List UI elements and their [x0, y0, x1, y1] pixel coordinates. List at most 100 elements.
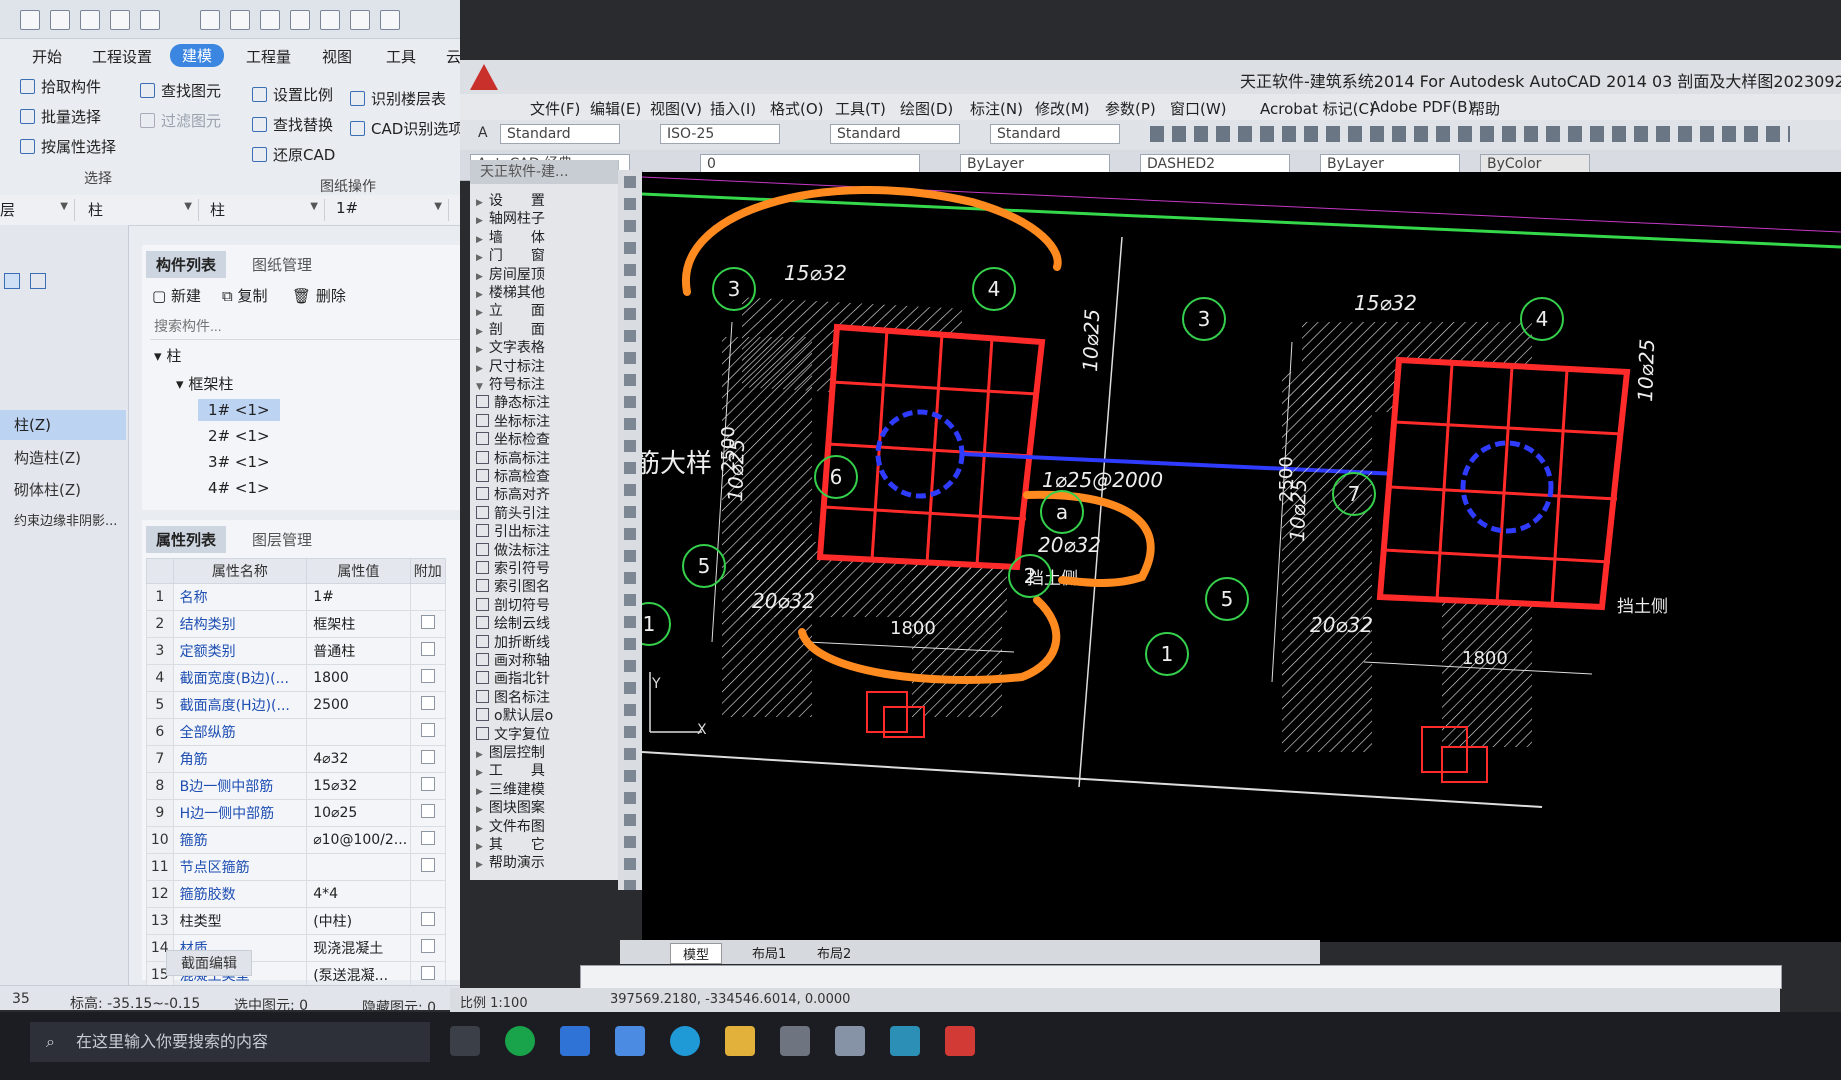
copy-icon[interactable]: [380, 10, 400, 30]
pen-icon[interactable]: [320, 10, 340, 30]
task-view-icon[interactable]: [450, 1026, 480, 1056]
property-extra-checkbox[interactable]: [420, 858, 435, 872]
property-value[interactable]: 2500: [306, 691, 411, 719]
cad-menu-item[interactable]: 插入(I): [710, 98, 756, 119]
tab-model[interactable]: 模型: [670, 943, 723, 964]
type-item-column[interactable]: 柱(Z): [0, 410, 126, 440]
property-extra-checkbox[interactable]: [420, 777, 435, 791]
cad-menu-item[interactable]: 文件(F): [530, 98, 580, 119]
property-row[interactable]: 2 结构类别 框架柱: [146, 610, 447, 638]
tab-quantity[interactable]: 工程量: [246, 46, 291, 67]
tab-layout2[interactable]: 布局2: [805, 943, 863, 962]
upload-icon[interactable]: [20, 10, 40, 30]
palette-item[interactable]: ▶ 图块图案: [476, 797, 545, 817]
property-row[interactable]: 4 截面宽度(B边)(... 1800: [146, 664, 447, 692]
palette-item[interactable]: ▶ 楼梯其他: [476, 282, 545, 302]
text-style-combo[interactable]: Standard: [500, 124, 620, 144]
tree-root-column[interactable]: ▾ 柱: [154, 345, 181, 366]
palette-item[interactable]: 剖切符号: [476, 595, 550, 615]
property-row[interactable]: 6 全部纵筋: [146, 718, 447, 746]
palette-item[interactable]: 画指北针: [476, 668, 550, 688]
select-by-attr-button[interactable]: 按属性选择: [20, 136, 116, 157]
property-row[interactable]: 9 H边一侧中部筋 10⌀25: [146, 799, 447, 827]
palette-item[interactable]: ▶ 门 窗: [476, 245, 545, 265]
property-extra-checkbox[interactable]: [420, 615, 435, 629]
plotstyle-combo[interactable]: ByColor: [1480, 154, 1590, 174]
list-view-icon[interactable]: [4, 273, 20, 289]
dim-style-combo[interactable]: ISO-25: [660, 124, 780, 144]
tab-start[interactable]: 开始: [32, 46, 62, 67]
palette-item[interactable]: 标高标注: [476, 448, 550, 468]
palette-item[interactable]: ▶ 设 置: [476, 190, 545, 210]
autocad-logo-icon[interactable]: [470, 64, 498, 90]
palette-item[interactable]: ▶ 墙 体: [476, 227, 545, 247]
pick-component-button[interactable]: 拾取构件: [20, 76, 101, 97]
command-line-input[interactable]: [580, 965, 1782, 989]
palette-item[interactable]: ▶ 立 面: [476, 300, 545, 320]
palette-item[interactable]: ▶ 三维建模: [476, 779, 545, 799]
taskbar-search-box[interactable]: ⌕ 在这里输入你要搜索的内容: [30, 1022, 430, 1062]
palette-item[interactable]: ▶ 文件布图: [476, 816, 545, 836]
camera-icon[interactable]: [835, 1026, 865, 1056]
tab-view[interactable]: 视图: [322, 46, 352, 67]
cad-menu-item[interactable]: 格式(O): [770, 98, 824, 119]
chart-icon[interactable]: [290, 10, 310, 30]
undo-icon[interactable]: [140, 10, 160, 30]
identify-floor-table-button[interactable]: 识别楼层表: [350, 88, 446, 109]
palette-item[interactable]: 画对称轴: [476, 650, 550, 670]
property-value[interactable]: 现浇混凝土: [306, 934, 411, 962]
cad-menu-item[interactable]: Acrobat 标记(C): [1260, 98, 1375, 119]
cad-menu-item[interactable]: 修改(M): [1035, 98, 1090, 119]
table-icon[interactable]: [350, 10, 370, 30]
app-bolt-icon[interactable]: [780, 1026, 810, 1056]
edge-browser-icon[interactable]: [670, 1026, 700, 1056]
tab-component-list[interactable]: 构件列表: [146, 251, 227, 278]
tree-group-frame-column[interactable]: ▾ 框架柱: [176, 373, 233, 394]
property-value[interactable]: (中柱): [306, 907, 411, 935]
standard-toolbar-icons[interactable]: [1150, 126, 1790, 142]
palette-item[interactable]: 文字复位: [476, 724, 550, 744]
type-item-masonry-column[interactable]: 砌体柱(Z): [0, 475, 126, 505]
copy-component-button[interactable]: ⧉ 复制: [222, 285, 268, 306]
property-extra-checkbox[interactable]: [420, 912, 435, 926]
store-icon[interactable]: [615, 1026, 645, 1056]
cad-menu-item[interactable]: 标注(N): [970, 98, 1023, 119]
property-value[interactable]: [306, 853, 411, 881]
set-scale-button[interactable]: 设置比例: [252, 84, 333, 105]
cad-menu-item[interactable]: 编辑(E): [590, 98, 641, 119]
tab-project-settings[interactable]: 工程设置: [92, 46, 152, 67]
autocad-taskbar-icon[interactable]: [945, 1026, 975, 1056]
file-explorer-icon[interactable]: [725, 1026, 755, 1056]
palette-item[interactable]: ▶ 剖 面: [476, 319, 545, 339]
tree-item-3[interactable]: 3# <1>: [208, 453, 270, 471]
tree-item-2[interactable]: 2# <1>: [208, 427, 270, 445]
property-value[interactable]: 1#: [306, 583, 411, 611]
property-extra-checkbox[interactable]: [420, 669, 435, 683]
restore-cad-button[interactable]: 还原CAD: [252, 144, 335, 165]
color-combo[interactable]: ByLayer: [960, 154, 1110, 174]
property-value[interactable]: 10⌀25: [306, 799, 411, 827]
property-row[interactable]: 10 箍筋 ⌀10@100/2...: [146, 826, 447, 854]
palette-item[interactable]: 坐标标注: [476, 411, 550, 431]
table-style-combo[interactable]: Standard: [830, 124, 960, 144]
type-combo[interactable]: 柱 ▼: [88, 199, 199, 221]
property-value[interactable]: [306, 718, 411, 746]
cad-menu-item[interactable]: 视图(V): [650, 98, 702, 119]
filter-element-button[interactable]: 过滤图元: [140, 110, 221, 131]
property-extra-checkbox[interactable]: [420, 804, 435, 818]
scale-readout[interactable]: 比例 1:100: [460, 992, 528, 1011]
cad-identify-options-button[interactable]: CAD识别选项: [350, 118, 460, 139]
property-extra-checkbox[interactable]: [420, 723, 435, 737]
tab-cloud[interactable]: 云: [446, 46, 460, 67]
property-extra-checkbox[interactable]: [420, 966, 435, 980]
linetype-combo[interactable]: DASHED2: [1140, 154, 1290, 174]
palette-item[interactable]: 绘制云线: [476, 613, 550, 633]
property-value[interactable]: ⌀10@100/2...: [306, 826, 411, 854]
cad-menu-item[interactable]: 参数(P): [1105, 98, 1156, 119]
subtype-combo[interactable]: 柱 ▼: [210, 199, 325, 221]
detail-view-icon[interactable]: [30, 273, 46, 289]
cad-menu-item[interactable]: 绘图(D): [900, 98, 953, 119]
palette-item[interactable]: ▶ 文字表格: [476, 337, 545, 357]
new-component-button[interactable]: ▢ 新建: [152, 285, 201, 306]
tree-item-4[interactable]: 4# <1>: [208, 479, 270, 497]
